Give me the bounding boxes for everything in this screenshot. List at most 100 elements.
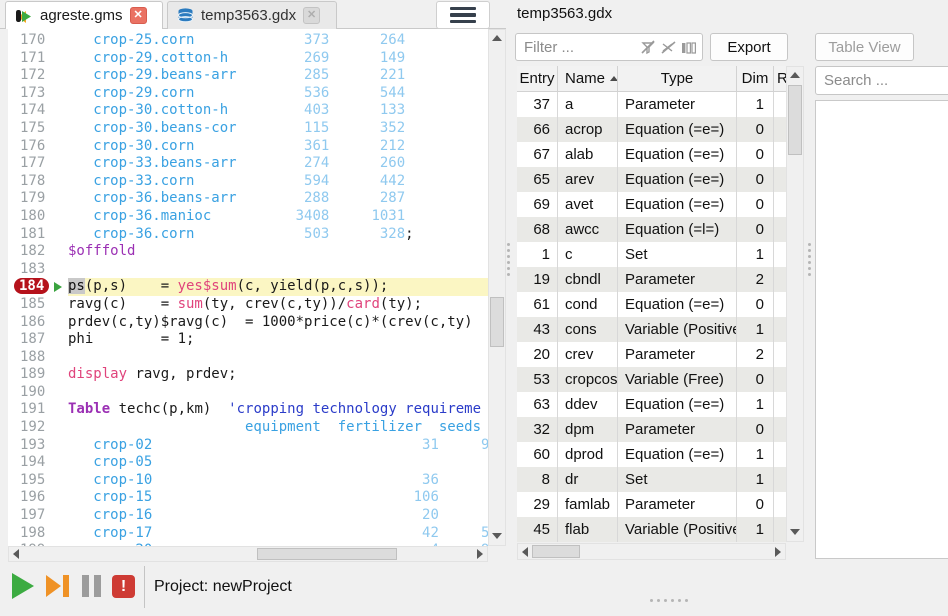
scroll-up-icon[interactable] xyxy=(790,72,800,78)
line-number[interactable]: 180 xyxy=(8,208,52,226)
cell-rec[interactable] xyxy=(774,117,786,142)
cell-rec[interactable] xyxy=(774,392,786,417)
close-tab-icon[interactable]: ✕ xyxy=(130,7,147,24)
editor-line-196[interactable]: 196 crop-15 106 1 xyxy=(8,489,488,507)
step-button[interactable] xyxy=(46,575,72,597)
editor-line-198[interactable]: 198 crop-17 42 55 xyxy=(8,525,488,543)
editor-line-174[interactable]: 174 crop-30.cotton-h 403 133 xyxy=(8,102,488,120)
editor-line-181[interactable]: 181 crop-36.corn 503 328; xyxy=(8,226,488,244)
cell-dim[interactable]: 1 xyxy=(737,517,774,542)
line-number[interactable]: 186 xyxy=(8,314,52,332)
cell-rec[interactable] xyxy=(774,342,786,367)
cell-name[interactable]: dpm xyxy=(558,417,618,442)
editor-line-173[interactable]: 173 crop-29.corn 536 544 xyxy=(8,85,488,103)
search-input[interactable]: Search ... xyxy=(815,66,948,95)
line-number[interactable]: 176 xyxy=(8,138,52,156)
run-button[interactable] xyxy=(12,573,34,599)
gdx-horizontal-scrollbar[interactable] xyxy=(517,543,786,560)
line-number[interactable]: 198 xyxy=(8,525,52,543)
line-number[interactable]: 190 xyxy=(8,384,52,402)
cell-dim[interactable]: 1 xyxy=(737,467,774,492)
editor-line-187[interactable]: 187phi = 1; xyxy=(8,331,488,349)
symbol-row-alab[interactable]: 67alabEquation (=e=)0 xyxy=(517,142,804,167)
editor-line-176[interactable]: 176 crop-30.corn 361 212 xyxy=(8,138,488,156)
scroll-down-icon[interactable] xyxy=(492,533,502,539)
symbol-row-crev[interactable]: 20crevParameter2 xyxy=(517,342,804,367)
cell-type[interactable]: Equation (=e=) xyxy=(618,142,737,167)
line-number[interactable]: 195 xyxy=(8,472,52,490)
cell-type[interactable]: Variable (Free) xyxy=(618,367,737,392)
line-number[interactable]: 193 xyxy=(8,437,52,455)
line-number[interactable]: 185 xyxy=(8,296,52,314)
scroll-left-icon[interactable] xyxy=(522,547,528,557)
cell-dim[interactable]: 2 xyxy=(737,342,774,367)
cell-rec[interactable] xyxy=(774,467,786,492)
symbol-row-acrop[interactable]: 66acropEquation (=e=)0 xyxy=(517,117,804,142)
symbol-row-arev[interactable]: 65arevEquation (=e=)0 xyxy=(517,167,804,192)
cell-rec[interactable] xyxy=(774,442,786,467)
cell-dim[interactable]: 1 xyxy=(737,392,774,417)
cell-entry[interactable]: 63 xyxy=(517,392,558,417)
cell-type[interactable]: Variable (Positive) xyxy=(618,317,737,342)
cell-dim[interactable]: 1 xyxy=(737,92,774,117)
cell-name[interactable]: ddev xyxy=(558,392,618,417)
search-results-panel[interactable] xyxy=(815,100,948,559)
tab-agreste-gms[interactable]: agreste.gms ✕ xyxy=(5,1,163,29)
line-number[interactable]: 196 xyxy=(8,489,52,507)
cell-type[interactable]: Parameter xyxy=(618,267,737,292)
editor-line-194[interactable]: 194 crop-05 xyxy=(8,454,488,472)
cell-dim[interactable]: 0 xyxy=(737,192,774,217)
cell-dim[interactable]: 0 xyxy=(737,167,774,192)
editor-line-184[interactable]: 184ps(p,s) = yes$sum(c, yield(p,c,s)); xyxy=(8,278,488,296)
editor-line-192[interactable]: 192 equipment fertilizer seeds xyxy=(8,419,488,437)
cell-rec[interactable] xyxy=(774,92,786,117)
line-number[interactable]: 194 xyxy=(8,454,52,472)
filter-disabled-icon[interactable] xyxy=(640,39,657,56)
cell-dim[interactable]: 0 xyxy=(737,492,774,517)
editor-line-180[interactable]: 180 crop-36.manioc 3408 1031 xyxy=(8,208,488,226)
symbol-row-famlab[interactable]: 29famlabParameter0 xyxy=(517,492,804,517)
cell-entry[interactable]: 43 xyxy=(517,317,558,342)
cell-dim[interactable]: 0 xyxy=(737,292,774,317)
cell-dim[interactable]: 0 xyxy=(737,417,774,442)
cell-entry[interactable]: 20 xyxy=(517,342,558,367)
editor-line-193[interactable]: 193 crop-02 31 91 xyxy=(8,437,488,455)
symbol-row-cons[interactable]: 43consVariable (Positive)1 xyxy=(517,317,804,342)
cell-entry[interactable]: 53 xyxy=(517,367,558,392)
symbol-row-awcc[interactable]: 68awccEquation (=l=)0 xyxy=(517,217,804,242)
scrollbar-thumb[interactable] xyxy=(788,85,802,155)
cell-dim[interactable]: 0 xyxy=(737,217,774,242)
line-number[interactable]: 177 xyxy=(8,155,52,173)
symbol-row-ddev[interactable]: 63ddevEquation (=e=)1 xyxy=(517,392,804,417)
columns-icon[interactable] xyxy=(680,39,697,56)
cell-type[interactable]: Equation (=e=) xyxy=(618,292,737,317)
editor-line-183[interactable]: 183 xyxy=(8,261,488,279)
cell-rec[interactable] xyxy=(774,292,786,317)
cell-entry[interactable]: 1 xyxy=(517,242,558,267)
cell-rec[interactable] xyxy=(774,417,786,442)
scrollbar-thumb[interactable] xyxy=(532,545,580,558)
pause-button[interactable] xyxy=(82,575,102,597)
line-number[interactable]: 172 xyxy=(8,67,52,85)
line-number[interactable]: 197 xyxy=(8,507,52,525)
cell-name[interactable]: awcc xyxy=(558,217,618,242)
editor-vertical-scrollbar[interactable] xyxy=(488,29,506,546)
tab-temp3563-gdx[interactable]: temp3563.gdx ✕ xyxy=(167,1,337,29)
cell-name[interactable]: dr xyxy=(558,467,618,492)
cell-name[interactable]: alab xyxy=(558,142,618,167)
cell-name[interactable]: dprod xyxy=(558,442,618,467)
cell-entry[interactable]: 68 xyxy=(517,217,558,242)
cell-rec[interactable] xyxy=(774,167,786,192)
cell-entry[interactable]: 67 xyxy=(517,142,558,167)
cell-type[interactable]: Equation (=l=) xyxy=(618,217,737,242)
editor-line-190[interactable]: 190 xyxy=(8,384,488,402)
line-number[interactable]: 175 xyxy=(8,120,52,138)
cell-dim[interactable]: 0 xyxy=(737,142,774,167)
cell-name[interactable]: flab xyxy=(558,517,618,542)
scrollbar-thumb[interactable] xyxy=(490,297,504,347)
interrupt-button[interactable]: ! xyxy=(112,575,135,598)
symbol-row-c[interactable]: 1cSet1 xyxy=(517,242,804,267)
cell-entry[interactable]: 65 xyxy=(517,167,558,192)
column-header-dim[interactable]: Dim xyxy=(737,66,774,91)
current-line-number-badge[interactable]: 184 xyxy=(8,278,52,296)
